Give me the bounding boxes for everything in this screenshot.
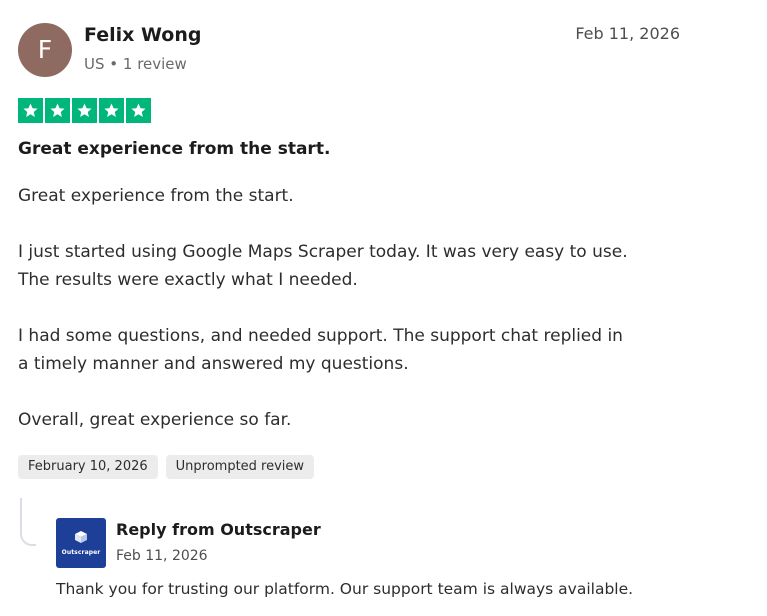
reply-date: Feb 11, 2026 xyxy=(116,548,208,564)
reply-title: Reply from Outscraper xyxy=(116,520,321,539)
cube-icon xyxy=(75,531,87,543)
reviewer-meta: US • 1 review xyxy=(84,55,187,73)
reviewer-name[interactable]: Felix Wong xyxy=(84,24,201,46)
review-paragraph-line: The results were exactly what I needed. xyxy=(18,270,358,290)
review-tags: February 10, 2026 Unprompted review xyxy=(18,455,315,479)
review-date: Feb 11, 2026 xyxy=(575,24,680,43)
star-icon xyxy=(126,98,151,123)
review-paragraph-line: I just started using Google Maps Scraper… xyxy=(18,242,628,262)
review-paragraph-line: a timely manner and answered my question… xyxy=(18,354,409,374)
review-paragraph: I just started using Google Maps Scraper… xyxy=(18,238,738,294)
reply-text: Thank you for trusting our platform. Our… xyxy=(56,580,634,598)
review-paragraph: Great experience from the start. xyxy=(18,182,738,210)
company-logo: Outscraper xyxy=(56,518,106,568)
star-icon xyxy=(72,98,97,123)
review-body: Great experience from the start. I just s… xyxy=(18,182,738,434)
experience-date-tag: February 10, 2026 xyxy=(18,455,158,479)
star-icon xyxy=(18,98,43,123)
logo-wordmark: Outscraper xyxy=(61,549,101,556)
review-paragraph-line: Great experience from the start. xyxy=(18,186,294,206)
review-card: F Felix Wong US • 1 review Feb 11, 2026 … xyxy=(0,0,767,616)
review-paragraph: I had some questions, and needed support… xyxy=(18,322,738,378)
reply-connector-line xyxy=(20,498,36,546)
review-title: Great experience from the start. xyxy=(18,139,331,159)
review-paragraph-line: I had some questions, and needed support… xyxy=(18,326,623,346)
review-paragraph-line: Overall, great experience so far. xyxy=(18,410,292,430)
star-icon xyxy=(99,98,124,123)
unprompted-review-tag: Unprompted review xyxy=(165,455,315,479)
star-rating xyxy=(18,98,151,123)
reviewer-avatar[interactable]: F xyxy=(18,23,72,77)
star-icon xyxy=(45,98,70,123)
review-paragraph: Overall, great experience so far. xyxy=(18,406,738,434)
